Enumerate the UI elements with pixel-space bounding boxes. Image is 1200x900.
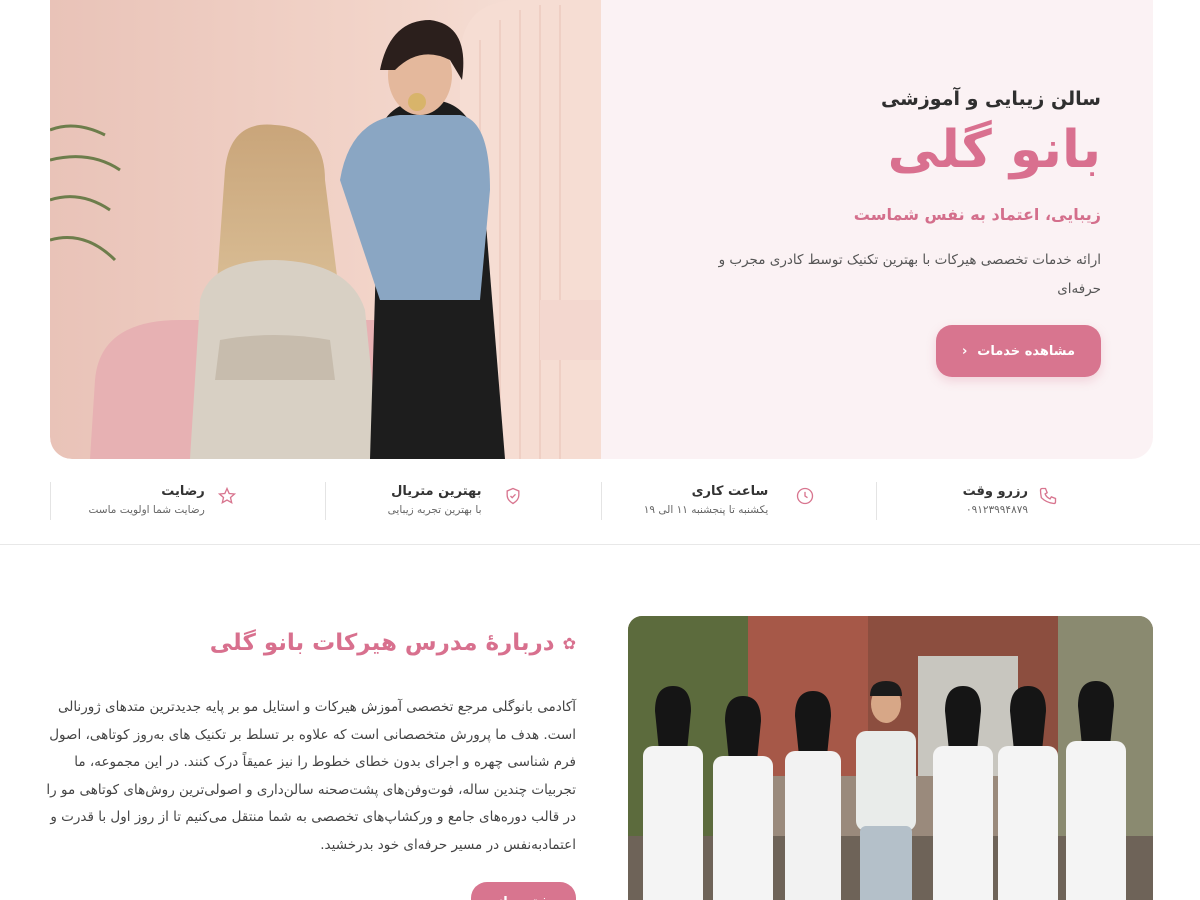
feature-hours: ساعت کاری یکشنبه تا پنجشنبه ۱۱ الی ۱۹ [602,482,878,520]
about-title: ✿ دربارهٔ مدرس هیرکات بانو گلی [210,630,576,656]
hero-photo-illustration [50,0,601,459]
feature-detail: ۰۹۱۲۳۹۹۴۸۷۹ [965,504,1028,516]
shield-check-icon [506,487,520,505]
feature-title: بهترین متریال [391,484,482,499]
hero-section: سالن زیبایی و آموزشی بانو گلی زیبایی، اع… [50,0,1153,459]
feature-title: ساعت کاری [691,484,769,499]
phone-icon [1039,487,1057,505]
feature-booking[interactable]: رزرو وقت ۰۹۱۲۳۹۹۴۸۷۹ [877,482,1153,520]
star-icon [217,486,236,504]
hero-image [50,0,601,459]
team-photo-illustration [628,616,1153,900]
about-text: آکادمی بانوگلی مرجع تخصصی آموزش هیرکات و… [46,699,576,853]
about-title-text: دربارهٔ مدرس هیرکات بانو گلی [209,630,555,656]
about-team-image [628,616,1153,900]
view-services-button[interactable]: مشاهده خدمات ‹ [936,325,1101,377]
chevron-left-icon: ‹ [961,343,968,359]
flower-icon: ✿ [562,633,576,653]
hero-description: ارائه خدمات تخصصی هیرکات با بهترین تکنیک… [718,252,1101,297]
feature-title: رزرو وقت [962,484,1028,499]
section-divider [0,544,1200,545]
hero-text-block: سالن زیبایی و آموزشی بانو گلی زیبایی، اع… [661,0,1101,459]
view-services-label: مشاهده خدمات [977,343,1076,359]
features-bar: رزرو وقت ۰۹۱۲۳۹۹۴۸۷۹ ساعت کاری یکشنبه تا… [50,482,1153,522]
feature-material: بهترین متریال با بهترین تجربه زیبایی [326,482,602,520]
clock-icon [797,487,814,505]
feature-title: رضایت [161,484,205,499]
feature-detail: رضایت شما اولویت ماست [88,504,205,516]
feature-satisfaction: رضایت رضایت شما اولویت ماست [50,482,326,520]
feature-detail: با بهترین تجربه زیبایی [387,504,482,516]
hero-subtitle: سالن زیبایی و آموزشی [880,88,1101,110]
hero-title: بانو گلی [887,120,1101,180]
hero-tagline: زیبایی، اعتماد به نفس شماست [853,205,1101,224]
learn-more-button[interactable]: بیشتر بدانید [471,882,576,900]
feature-detail: یکشنبه تا پنجشنبه ۱۱ الی ۱۹ [643,504,769,516]
